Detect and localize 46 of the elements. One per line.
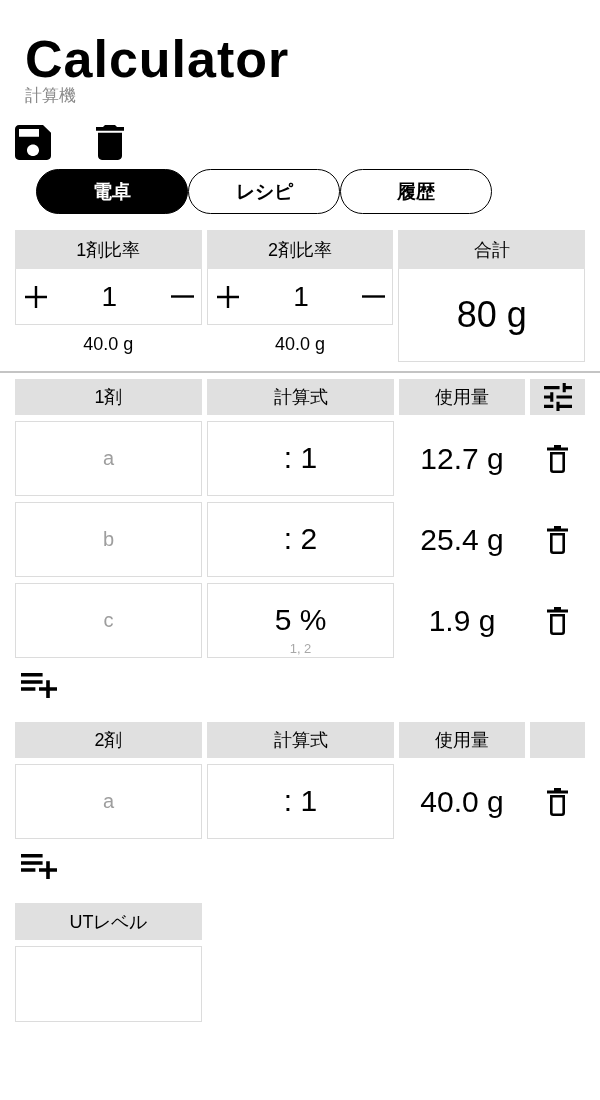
tab[interactable]: レシピ: [188, 169, 340, 214]
name-field[interactable]: b: [15, 502, 202, 577]
ratio-value: 1: [101, 280, 118, 313]
name-field[interactable]: a: [15, 421, 202, 496]
formula-button[interactable]: : 1: [207, 421, 394, 496]
amount-text: 25.4 g: [420, 522, 504, 557]
trash-icon[interactable]: [547, 787, 568, 816]
ratio-amount: 40.0 g: [83, 332, 134, 355]
add-row-icon[interactable]: [21, 673, 57, 698]
column-header: 使用量: [399, 379, 525, 415]
plus-icon[interactable]: [25, 285, 47, 308]
add-row-icon[interactable]: [21, 854, 57, 879]
trash-icon[interactable]: [547, 525, 568, 554]
save-icon[interactable]: [15, 125, 51, 160]
column-header: 合計: [398, 230, 585, 269]
trash-icon[interactable]: [547, 444, 568, 473]
tab[interactable]: 電卓: [36, 169, 188, 214]
amount-text: 1.9 g: [428, 603, 496, 638]
column-header: 2剤: [15, 722, 202, 758]
minus-icon[interactable]: [362, 295, 386, 298]
column-header: 使用量: [399, 722, 525, 758]
name-field[interactable]: c: [15, 583, 202, 658]
total-value: 80 g: [398, 269, 585, 362]
formula-button[interactable]: 5 % 1, 2: [207, 583, 394, 658]
plus-icon[interactable]: [216, 285, 239, 308]
column-header: 計算式: [207, 722, 394, 758]
name-field[interactable]: a: [15, 764, 202, 839]
ratio-value: 1: [293, 280, 309, 313]
ratio-amount: 40.0 g: [274, 332, 325, 355]
column-header: UTレベル: [15, 903, 202, 940]
minus-icon[interactable]: [170, 295, 194, 298]
app-title: Calculator: [25, 33, 290, 85]
formula-button[interactable]: : 2: [207, 502, 394, 577]
delete-icon[interactable]: [96, 125, 124, 160]
trash-icon[interactable]: [547, 606, 568, 635]
amount-text: 12.7 g: [420, 441, 504, 476]
column-header: 2剤比率: [206, 230, 394, 269]
app-subtitle: 計算機: [25, 86, 76, 106]
column-header: 1剤: [15, 379, 202, 415]
formula-button[interactable]: : 1: [207, 764, 394, 839]
column-header: 1剤比率: [15, 230, 202, 269]
column-header: 計算式: [207, 379, 394, 415]
sliders-icon[interactable]: [543, 383, 572, 411]
ut-level-field[interactable]: [15, 946, 202, 1022]
tab[interactable]: 履歴: [340, 169, 492, 214]
amount-text: 40.0 g: [420, 784, 504, 819]
